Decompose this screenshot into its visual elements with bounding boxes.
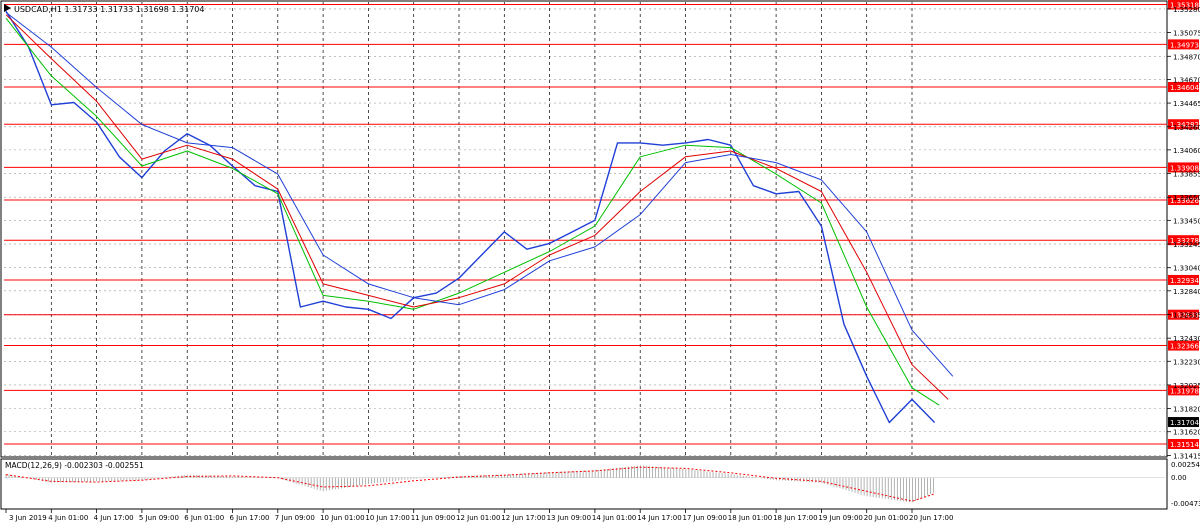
trading-chart[interactable]: 1.353181.349731.346041.342821.339081.336…	[0, 0, 1200, 523]
x-tick-label: 14 Jun 17:00	[637, 514, 681, 522]
y-tick-label: 1.35075	[1173, 30, 1200, 38]
macd-scale-top: 0.002541	[1171, 461, 1200, 469]
x-tick-label: 5 Jun 09:00	[139, 514, 179, 522]
x-tick-label: 17 Jun 09:00	[683, 514, 727, 522]
y-tick-label: 1.34060	[1173, 147, 1200, 155]
y-tick-label: 1.32430	[1173, 335, 1200, 343]
macd-panel-frame	[0, 458, 1168, 510]
time-axis: 3 Jun 2019 4 Jun 01:00 4 Jun 17:00 5 Jun 09…	[5, 509, 953, 522]
x-tick-label: 12 Jun 17:00	[501, 514, 545, 522]
x-tick-label: 14 Jun 01:00	[592, 514, 636, 522]
y-tick-label: 1.31620	[1173, 429, 1200, 437]
y-tick-label: 1.33855	[1173, 171, 1200, 179]
x-tick-label: 4 Jun 01:00	[48, 514, 88, 522]
y-tick-label: 1.34870	[1173, 53, 1200, 61]
x-tick-label: 4 Jun 17:00	[94, 514, 134, 522]
level-badge-label: 1.34973	[1170, 41, 1199, 49]
y-tick-label: 1.33650	[1173, 194, 1200, 202]
level-badge-label: 1.31514	[1170, 441, 1199, 449]
x-tick-label: 18 Jun 17:00	[773, 514, 817, 522]
y-tick-label: 1.32025	[1173, 382, 1200, 390]
y-tick-label: 1.32635	[1173, 311, 1200, 319]
macd-scale-zero: 0.00	[1171, 474, 1187, 482]
y-tick-label: 1.35280	[1173, 6, 1200, 14]
x-tick-label: 6 Jun 01:00	[184, 514, 224, 522]
macd-scale-bottom: -0.004731	[1171, 500, 1200, 508]
y-tick-label: 1.34465	[1173, 100, 1200, 108]
y-tick-label: 1.33450	[1173, 217, 1200, 225]
x-tick-label: 10 Jun 17:00	[365, 514, 409, 522]
y-tick-label: 1.33040	[1173, 265, 1200, 273]
x-tick-label: 18 Jun 01:00	[728, 514, 772, 522]
x-tick-label: 19 Jun 09:00	[818, 514, 862, 522]
x-tick-label: 20 Jun 17:00	[909, 514, 953, 522]
x-tick-label: 13 Jun 09:00	[547, 514, 591, 522]
y-tick-label: 1.31415	[1173, 452, 1200, 460]
current-price-label: 1.31704	[1170, 419, 1199, 427]
level-badge-label: 1.32934	[1170, 277, 1199, 285]
y-tick-label: 1.34670	[1173, 76, 1200, 84]
x-tick-label: 12 Jun 01:00	[456, 514, 500, 522]
x-tick-label: 3 Jun 2019	[9, 514, 47, 522]
x-tick-label: 6 Jun 17:00	[230, 514, 270, 522]
y-tick-label: 1.33245	[1173, 241, 1200, 249]
x-tick-label: 10 Jun 01:00	[320, 514, 364, 522]
y-tick-label: 1.32230	[1173, 358, 1200, 366]
level-badge-label: 1.34604	[1170, 84, 1199, 92]
chart-title: USDCAD,H1 1.31733 1.31733 1.31698 1.3170…	[14, 5, 204, 14]
main-panel-frame	[0, 0, 1168, 458]
x-tick-label: 11 Jun 09:00	[411, 514, 455, 522]
x-tick-label: 20 Jun 01:00	[864, 514, 908, 522]
x-tick-label: 7 Jun 09:00	[275, 514, 315, 522]
level-badge-label: 1.32366	[1170, 343, 1199, 351]
y-tick-label: 1.31820	[1173, 406, 1200, 414]
y-tick-label: 1.32840	[1173, 288, 1200, 296]
macd-label: MACD(12,26,9) -0.002303 -0.002551	[5, 461, 144, 470]
y-tick-label: 1.34260	[1173, 124, 1200, 132]
